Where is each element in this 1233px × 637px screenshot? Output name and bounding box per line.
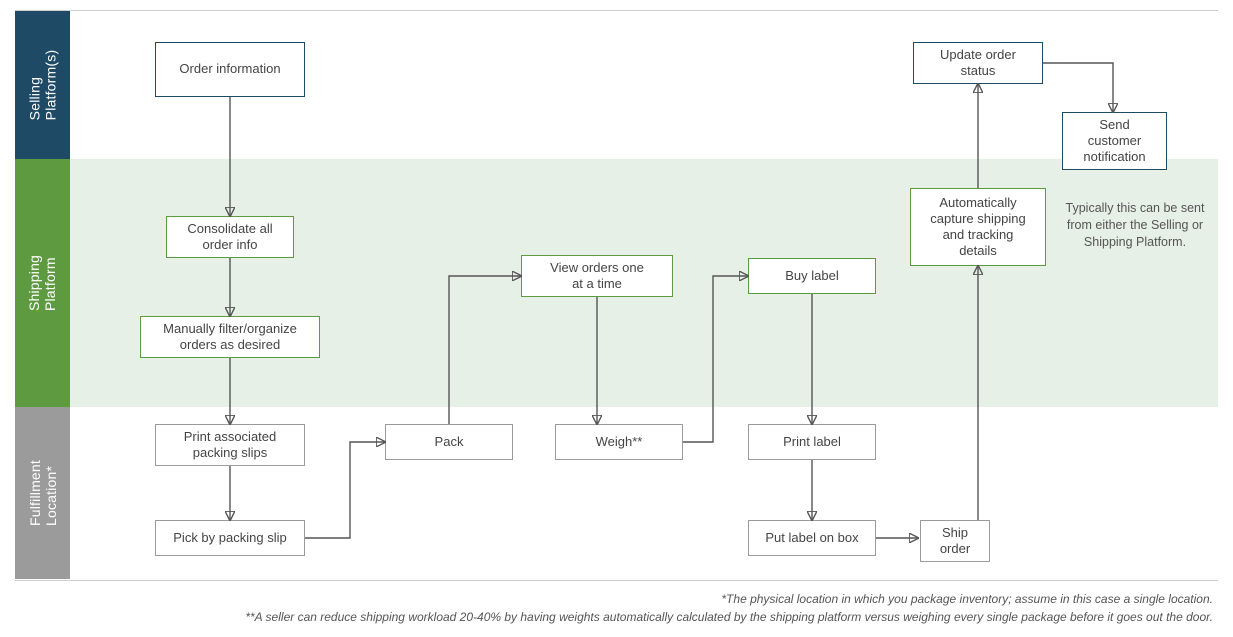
node-view-orders: View orders oneat a time <box>521 255 673 297</box>
footnote-2: **A seller can reduce shipping workload … <box>245 610 1213 624</box>
node-capture-details: Automaticallycapture shippingand trackin… <box>910 188 1046 266</box>
flowchart-stage: SellingPlatform(s) ShippingPlatform Fulf… <box>0 0 1233 637</box>
lane-header-selling: SellingPlatform(s) <box>15 11 70 159</box>
node-put-label-on-box: Put label on box <box>748 520 876 556</box>
node-pick-by-slip: Pick by packing slip <box>155 520 305 556</box>
node-update-order-status: Update orderstatus <box>913 42 1043 84</box>
node-filter-orders: Manually filter/organizeorders as desire… <box>140 316 320 358</box>
node-print-packing-slips: Print associatedpacking slips <box>155 424 305 466</box>
node-consolidate: Consolidate allorder info <box>166 216 294 258</box>
node-send-notification: Sendcustomernotification <box>1062 112 1167 170</box>
node-ship-order: Shiporder <box>920 520 990 562</box>
lane-header-shipping: ShippingPlatform <box>15 159 70 407</box>
divider-bottom <box>15 580 1218 581</box>
node-pack: Pack <box>385 424 513 460</box>
lane-header-fulfillment: FulfillmentLocation* <box>15 407 70 579</box>
annotation-either-platform: Typically this can be sentfrom either th… <box>1055 200 1215 251</box>
node-weigh: Weigh** <box>555 424 683 460</box>
node-buy-label: Buy label <box>748 258 876 294</box>
node-print-label: Print label <box>748 424 876 460</box>
footnote-1: *The physical location in which you pack… <box>721 592 1213 606</box>
node-order-information: Order information <box>155 42 305 97</box>
